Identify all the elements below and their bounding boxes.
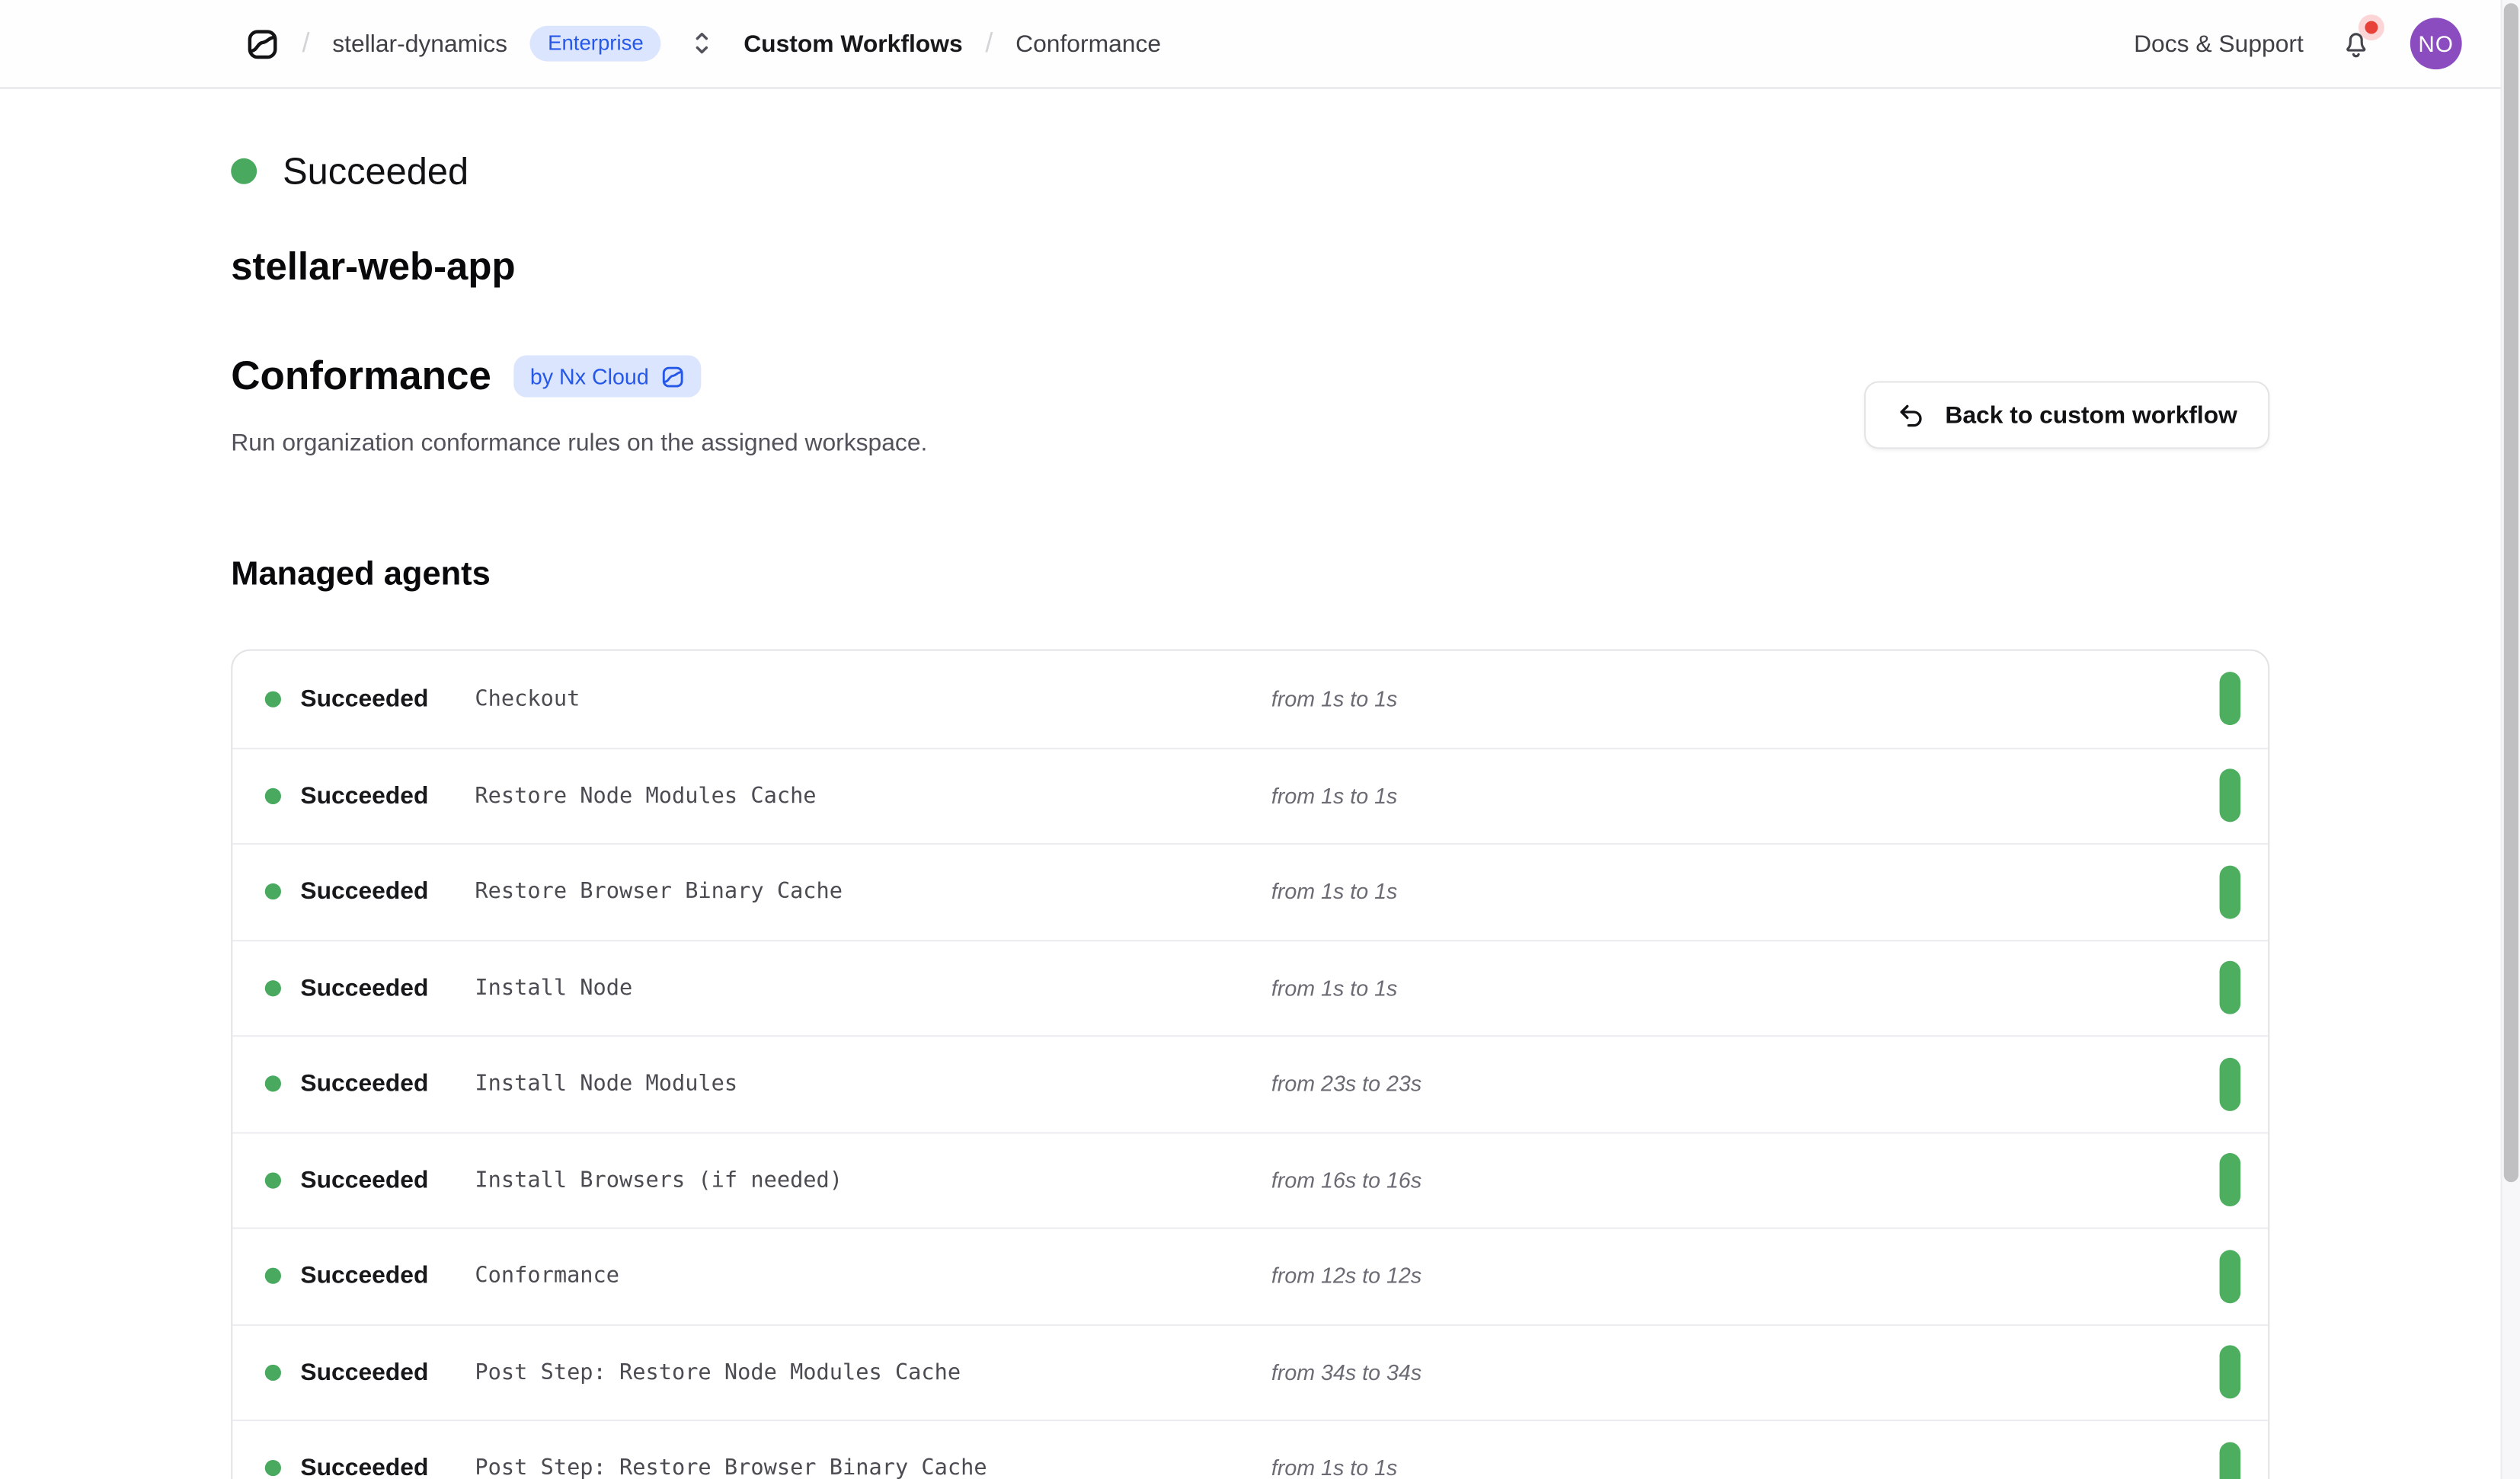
duration-bar xyxy=(2219,1346,2240,1399)
agent-step-row[interactable]: Succeeded Install Node Modules from 23s … xyxy=(232,1035,2267,1131)
step-timing: from 1s to 1s xyxy=(1271,784,1397,808)
agent-step-row[interactable]: Succeeded Conformance from 12s to 12s xyxy=(232,1228,2267,1324)
managed-agents-heading: Managed agents xyxy=(231,552,2269,597)
run-status-label: Succeeded xyxy=(283,149,469,193)
back-button-label: Back to custom workflow xyxy=(1945,401,2237,429)
agent-step-row[interactable]: Succeeded Checkout from 1s to 1s xyxy=(232,651,2267,747)
enterprise-plan-badge[interactable]: Enterprise xyxy=(530,26,661,62)
duration-bar xyxy=(2219,865,2240,918)
avatar[interactable]: NO xyxy=(2410,18,2462,69)
step-timing: from 12s to 12s xyxy=(1271,1264,1421,1289)
step-name: Post Step: Restore Node Modules Cache xyxy=(475,1359,961,1385)
status-dot-icon xyxy=(265,1268,281,1284)
step-status: Succeeded xyxy=(300,878,428,906)
duration-bar xyxy=(2219,1057,2240,1110)
step-timing: from 16s to 16s xyxy=(1271,1168,1421,1193)
breadcrumb-page: Conformance xyxy=(1015,30,1161,57)
agent-step-row[interactable]: Succeeded Post Step: Restore Node Module… xyxy=(232,1324,2267,1420)
status-dot-icon xyxy=(265,1364,281,1380)
return-arrow-icon xyxy=(1897,400,1927,430)
step-status: Succeeded xyxy=(300,1167,428,1194)
duration-bar xyxy=(2219,961,2240,1014)
status-dot-icon xyxy=(265,691,281,707)
step-status: Succeeded xyxy=(300,685,428,713)
agent-step-row[interactable]: Succeeded Restore Node Modules Cache fro… xyxy=(232,747,2267,843)
status-dot-icon xyxy=(265,883,281,899)
top-nav: / stellar-dynamics Enterprise Custom Wor… xyxy=(0,0,2501,89)
breadcrumb-org[interactable]: stellar-dynamics xyxy=(332,30,507,57)
status-dot-icon xyxy=(265,980,281,996)
agent-step-row[interactable]: Succeeded Install Node from 1s to 1s xyxy=(232,939,2267,1035)
back-to-custom-workflow-button[interactable]: Back to custom workflow xyxy=(1864,381,2269,449)
duration-bar xyxy=(2219,1442,2240,1479)
breadcrumb-section[interactable]: Custom Workflows xyxy=(744,30,962,57)
step-status: Succeeded xyxy=(300,1455,428,1479)
step-timing: from 1s to 1s xyxy=(1271,1456,1397,1479)
bell-icon[interactable] xyxy=(2339,26,2375,62)
nx-cloud-page: / stellar-dynamics Enterprise Custom Wor… xyxy=(0,0,2520,1479)
agent-step-row[interactable]: Succeeded Restore Browser Binary Cache f… xyxy=(232,843,2267,939)
agent-step-row[interactable]: Succeeded Post Step: Restore Browser Bin… xyxy=(232,1420,2267,1479)
breadcrumb-separator: / xyxy=(985,27,993,59)
workflow-header: Conformance by Nx Cloud Run organization… xyxy=(231,349,2269,462)
scrollbar-track[interactable] xyxy=(2501,0,2520,1479)
by-nx-cloud-badge[interactable]: by Nx Cloud xyxy=(514,356,701,398)
chevron-up-down-icon[interactable] xyxy=(690,27,715,59)
step-name: Checkout xyxy=(475,686,580,712)
nx-cloud-logo-icon[interactable] xyxy=(245,27,280,61)
step-name: Post Step: Restore Browser Binary Cache xyxy=(475,1455,987,1479)
step-timing: from 1s to 1s xyxy=(1271,880,1397,904)
step-status: Succeeded xyxy=(300,1070,428,1097)
step-timing: from 34s to 34s xyxy=(1271,1360,1421,1385)
nav-actions: Docs & Support NO xyxy=(2134,18,2462,69)
duration-bar xyxy=(2219,769,2240,823)
managed-agents-card: Succeeded Checkout from 1s to 1s Succeed… xyxy=(231,649,2269,1479)
step-status: Succeeded xyxy=(300,1359,428,1386)
step-status: Succeeded xyxy=(300,1263,428,1290)
step-timing: from 1s to 1s xyxy=(1271,976,1397,1000)
step-status: Succeeded xyxy=(300,782,428,810)
status-dot-icon xyxy=(265,1172,281,1188)
status-dot-icon xyxy=(265,1460,281,1476)
app-window: / stellar-dynamics Enterprise Custom Wor… xyxy=(0,0,2520,1479)
step-status: Succeeded xyxy=(300,974,428,1001)
step-name: Install Node Modules xyxy=(475,1071,737,1097)
status-dot-icon xyxy=(265,1076,281,1092)
workflow-description: Run organization conformance rules on th… xyxy=(231,426,927,462)
main-content: Succeeded stellar-web-app Conformance by… xyxy=(0,145,2501,1479)
duration-bar xyxy=(2219,672,2240,726)
docs-support-link[interactable]: Docs & Support xyxy=(2134,30,2304,57)
scrollbar-thumb[interactable] xyxy=(2504,3,2518,1182)
workflow-title: Conformance xyxy=(231,349,491,404)
step-timing: from 23s to 23s xyxy=(1271,1072,1421,1096)
by-nx-cloud-label: by Nx Cloud xyxy=(530,364,649,388)
notification-dot xyxy=(2365,21,2378,34)
breadcrumb-separator: / xyxy=(302,27,310,59)
duration-bar xyxy=(2219,1250,2240,1303)
step-name: Install Node xyxy=(475,975,632,1001)
step-timing: from 1s to 1s xyxy=(1271,687,1397,711)
breadcrumb: / stellar-dynamics Enterprise Custom Wor… xyxy=(245,26,1161,62)
agent-step-row[interactable]: Succeeded Install Browsers (if needed) f… xyxy=(232,1131,2267,1227)
step-name: Install Browsers (if needed) xyxy=(475,1168,843,1193)
step-name: Conformance xyxy=(475,1263,619,1289)
duration-bar xyxy=(2219,1154,2240,1207)
nx-cloud-logo-icon xyxy=(660,364,685,388)
step-name: Restore Browser Binary Cache xyxy=(475,879,843,905)
workflow-info: Conformance by Nx Cloud Run organization… xyxy=(231,349,927,462)
status-dot-icon xyxy=(231,158,257,184)
workspace-title: stellar-web-app xyxy=(231,242,2269,294)
run-status: Succeeded xyxy=(231,145,2269,197)
step-name: Restore Node Modules Cache xyxy=(475,783,816,809)
status-dot-icon xyxy=(265,787,281,803)
